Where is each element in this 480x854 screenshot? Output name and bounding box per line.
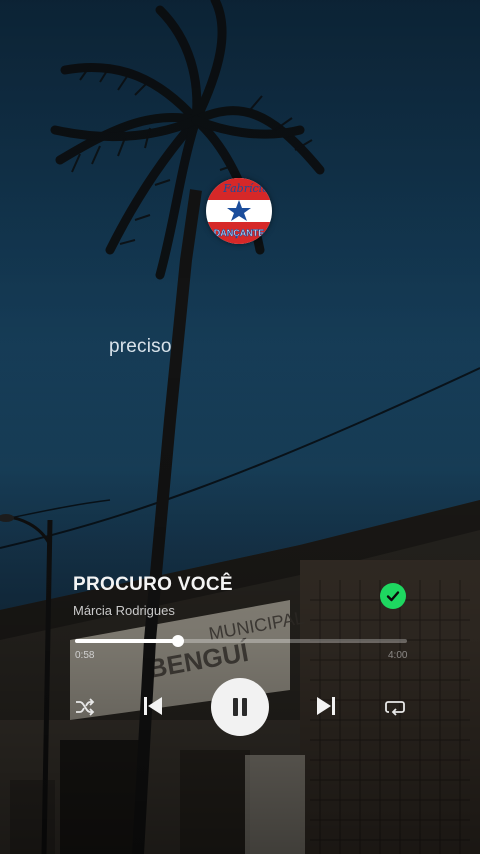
progress-fill: [75, 639, 178, 643]
now-playing-panel: PROCURO VOCÊ Márcia Rodrigues 0:58 4:00: [0, 0, 480, 854]
skip-next-icon: [317, 697, 335, 715]
shuffle-button[interactable]: [72, 694, 98, 720]
progress-bar[interactable]: [75, 635, 407, 647]
pause-icon: [233, 698, 247, 716]
progress-handle[interactable]: [171, 635, 184, 647]
repeat-icon: [385, 701, 405, 716]
elapsed-time: 0:58: [75, 650, 95, 661]
repeat-button[interactable]: [382, 694, 408, 720]
total-time: 4:00: [388, 650, 408, 661]
shuffle-icon: [76, 698, 95, 716]
checkmark-icon: [386, 591, 400, 602]
next-track-button[interactable]: [313, 693, 339, 719]
liked-check-icon[interactable]: [380, 583, 406, 609]
play-pause-button[interactable]: [211, 678, 269, 736]
skip-previous-icon: [144, 697, 162, 715]
previous-track-button[interactable]: [140, 693, 166, 719]
track-artist[interactable]: Márcia Rodrigues: [73, 603, 175, 618]
track-title: PROCURO VOCÊ: [73, 574, 233, 595]
